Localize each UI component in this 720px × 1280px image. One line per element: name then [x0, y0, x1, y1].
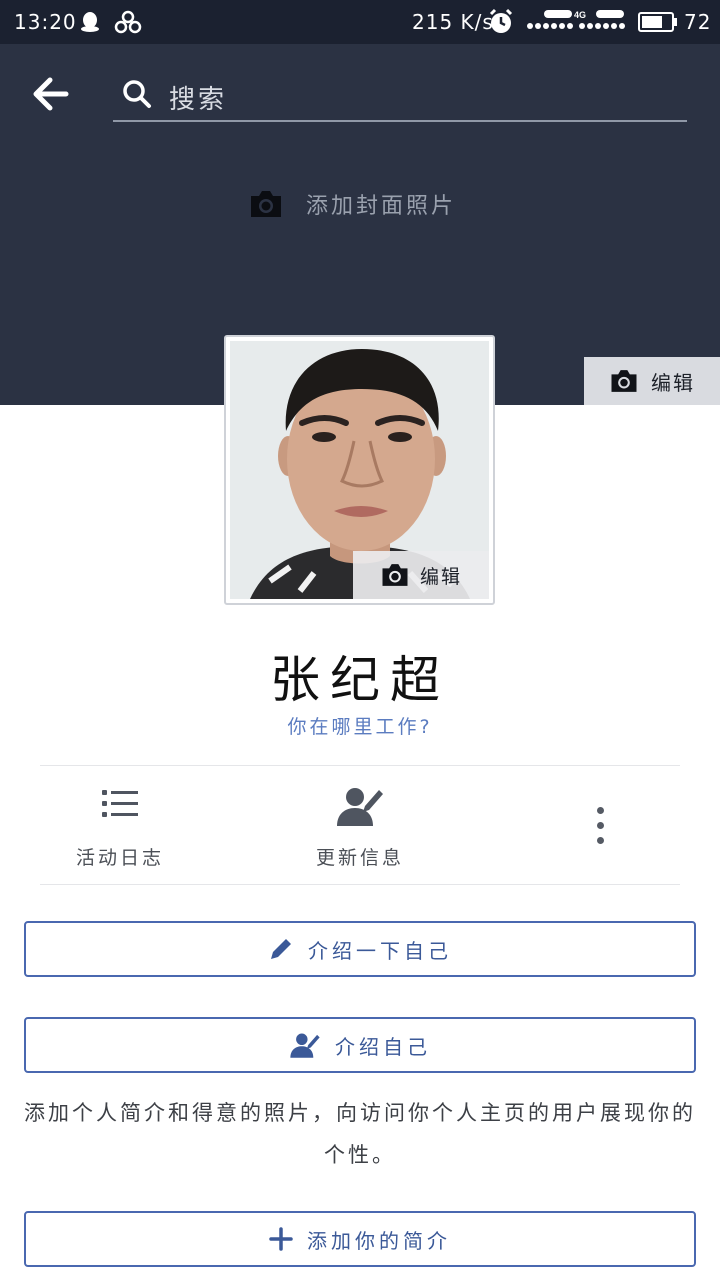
divider [40, 884, 680, 885]
activity-log-button[interactable]: 活动日志 [40, 780, 200, 876]
edit-avatar-label: 编辑 [419, 565, 462, 588]
search-placeholder: 搜索 [169, 85, 228, 115]
describe-yourself-label: 介绍一下自己 [308, 938, 452, 963]
intro-description: 添加个人简介和得意的照片，向访问你个人主页的用户展现你的个性。 [24, 1101, 696, 1167]
qq-icon [81, 12, 99, 32]
describe-yourself-button[interactable]: 介绍一下自己 [24, 921, 696, 977]
more-dot [596, 821, 604, 829]
plus-icon [269, 1227, 293, 1251]
more-options-button[interactable] [578, 800, 622, 850]
work-prompt-link[interactable]: 你在哪里工作? [0, 712, 720, 739]
add-cover-photo-button[interactable]: 添加封面照片 [248, 184, 456, 224]
camera-icon [382, 564, 408, 586]
profile-name: 张纪超 [270, 651, 450, 709]
activity-log-label: 活动日志 [75, 847, 164, 869]
status-bar: 13:20 215 K/s 4G 72 [0, 0, 720, 44]
edit-cover-button[interactable]: 编辑 [584, 357, 720, 405]
back-arrow-icon [33, 77, 69, 111]
edit-profile-icon [290, 1033, 320, 1058]
pencil-icon [271, 939, 291, 959]
camera-icon [251, 191, 281, 217]
edit-profile-icon [337, 788, 383, 826]
update-info-label: 更新信息 [315, 847, 404, 869]
list-icon [102, 790, 138, 817]
introduce-yourself-button[interactable]: 介绍自己 [24, 1017, 696, 1073]
more-dot [596, 836, 604, 844]
cloud-sync-icon [114, 10, 142, 34]
add-bio-label: 添加你的简介 [307, 1228, 451, 1253]
svg-text:4G: 4G [574, 10, 586, 20]
search-bar: 搜索 [0, 44, 720, 144]
add-bio-button[interactable]: 添加你的简介 [24, 1211, 696, 1267]
update-info-button[interactable]: 更新信息 [280, 780, 440, 876]
avatar[interactable]: 编辑 [230, 341, 489, 599]
edit-avatar-button[interactable]: 编辑 [353, 551, 489, 599]
more-dot [596, 806, 604, 814]
battery-icon [638, 12, 677, 32]
back-button[interactable] [30, 72, 82, 116]
camera-icon [611, 370, 637, 392]
edit-cover-label: 编辑 [651, 370, 695, 395]
network-speed: 215 K/s [412, 10, 494, 34]
add-cover-photo-label: 添加封面照片 [306, 194, 457, 219]
signal-icon: 4G [527, 10, 625, 29]
search-icon [123, 80, 151, 108]
search-input[interactable]: 搜索 [113, 66, 687, 122]
divider [40, 765, 680, 766]
battery-percent: 72 [684, 10, 712, 34]
status-time: 13:20 [14, 10, 77, 34]
introduce-yourself-label: 介绍自己 [335, 1034, 431, 1059]
profile-picture-frame: 编辑 [224, 335, 495, 605]
alarm-icon [489, 8, 513, 33]
